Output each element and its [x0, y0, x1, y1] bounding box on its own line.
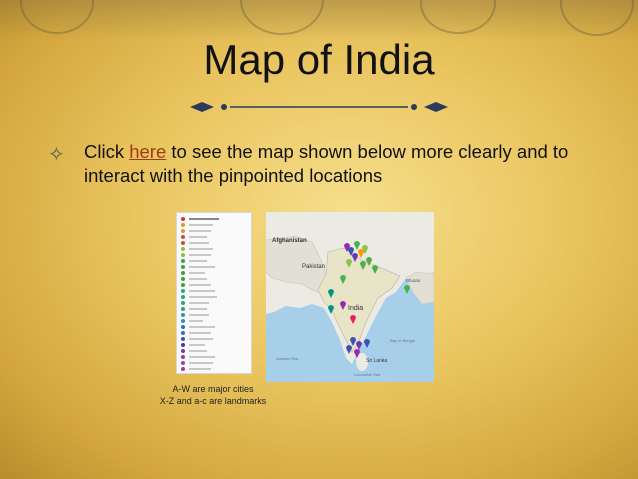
- four-point-star-icon: ✧: [48, 144, 65, 166]
- label-pakistan: Pakistan: [302, 264, 325, 270]
- map-link[interactable]: here: [129, 141, 166, 162]
- map-legend-image: [176, 212, 252, 374]
- label-bhutan: Bhutan: [406, 278, 421, 283]
- ornamental-divider: [190, 102, 448, 112]
- caption-major-cities: A-W are major cities: [172, 384, 254, 394]
- bullet-text: Click here to see the map shown below mo…: [84, 140, 604, 188]
- india-map[interactable]: Afghanistan Pakistan India Bhutan Sri La…: [266, 212, 434, 382]
- postmark-stamp: [240, 0, 324, 35]
- caption-landmarks: X-Z and a-c are landmarks: [159, 396, 267, 406]
- label-bay-of-bengal: Bay of Bengal: [390, 338, 415, 343]
- label-laccadive-sea: Laccadive Sea: [354, 372, 381, 377]
- slide-title: Map of India: [203, 36, 435, 83]
- label-arabian-sea: Arabian Sea: [276, 356, 299, 361]
- bullet-text-before: Click: [84, 141, 130, 162]
- label-india: India: [348, 305, 363, 312]
- postmark-stamp: [420, 0, 496, 34]
- label-afghanistan: Afghanistan: [272, 238, 307, 244]
- label-sri-lanka: Sri Lanka: [366, 358, 387, 364]
- postage-stamp-band: [0, 0, 638, 40]
- postmark-stamp: [20, 0, 94, 34]
- postmark-stamp: [560, 0, 634, 36]
